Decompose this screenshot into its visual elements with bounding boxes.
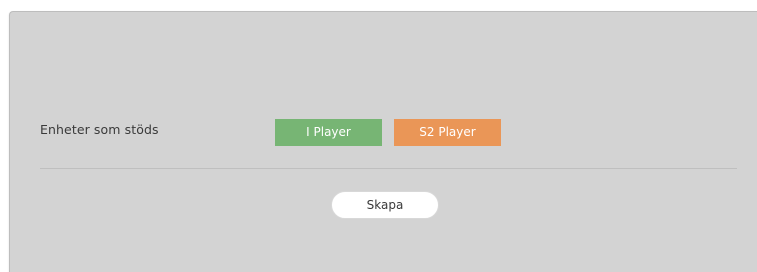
divider xyxy=(40,168,737,169)
supported-devices-label: Enheter som stöds xyxy=(40,122,159,137)
create-button[interactable]: Skapa xyxy=(331,191,439,219)
s2-player-button[interactable]: S2 Player xyxy=(394,119,501,146)
form-panel: Enheter som stöds I Player S2 Player Ska… xyxy=(9,11,757,272)
i-player-button[interactable]: I Player xyxy=(275,119,382,146)
